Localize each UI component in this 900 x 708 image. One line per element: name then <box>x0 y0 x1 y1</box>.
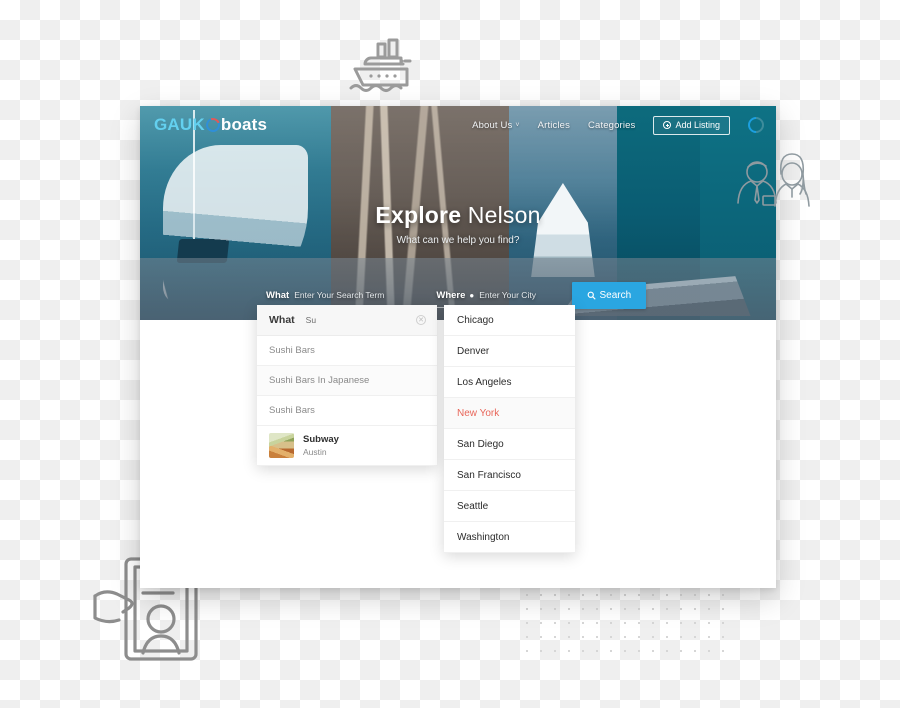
ship-icon <box>349 38 412 92</box>
ring-icon <box>203 115 223 135</box>
hero-title-light: Nelson <box>467 202 541 228</box>
site-logo[interactable]: GAUK boats <box>154 115 267 135</box>
logo-text-primary: GAUK <box>154 115 205 134</box>
city-item-chicago[interactable]: Chicago <box>444 305 575 336</box>
nav-item-categories[interactable]: Categories <box>588 120 635 131</box>
food-thumbnail <box>269 433 294 458</box>
search-button-label: Search <box>599 289 632 301</box>
where-city-dropdown: Chicago Denver Los Angeles New York San … <box>444 305 575 553</box>
what-listing-text: Subway Austin <box>303 434 339 457</box>
what-dropdown-value: Su <box>305 315 317 325</box>
nav-label-categories: Categories <box>588 119 636 131</box>
clear-circle-icon[interactable]: ✕ <box>416 315 426 325</box>
plus-circle-icon <box>663 121 672 129</box>
page-body: What Su ✕ Sushi Bars Sushi Bars In Japan… <box>140 305 776 588</box>
city-item-seattle[interactable]: Seattle <box>444 491 575 522</box>
search-icon <box>587 291 596 300</box>
city-item-denver[interactable]: Denver <box>444 336 575 367</box>
page-title: Explore Nelson <box>140 202 776 229</box>
hero-title-bold: Explore <box>375 202 462 228</box>
what-dropdown-header: What Su ✕ <box>257 305 437 336</box>
browser-page-card: GAUK boats About Us ˅ Articles Categorie… <box>140 106 776 588</box>
city-item-washington[interactable]: Washington <box>444 522 575 553</box>
search-where-label: Where <box>436 289 466 301</box>
map-pin-icon: ● <box>469 290 475 300</box>
add-listing-label: Add Listing <box>675 120 720 130</box>
what-listing-result[interactable]: Subway Austin <box>257 426 437 466</box>
what-suggestion-item[interactable]: Sushi Bars <box>257 336 437 366</box>
two-people-outline-icon <box>737 153 810 207</box>
city-item-san-diego[interactable]: San Diego <box>444 429 575 460</box>
nav-label-articles: Articles <box>537 119 571 131</box>
nav-label-about-us: About Us <box>472 119 513 131</box>
hero-subtitle: What can we help you find? <box>396 235 520 246</box>
hero-copy: Explore Nelson What can we help you find… <box>140 202 776 246</box>
what-suggestions-dropdown: What Su ✕ Sushi Bars Sushi Bars In Japan… <box>257 305 437 466</box>
loading-spinner-icon <box>744 113 768 137</box>
what-listing-title: Subway <box>303 434 339 445</box>
chevron-down-icon: ˅ <box>515 121 520 129</box>
what-listing-subtitle: Austin <box>303 447 327 457</box>
site-navbar: GAUK boats About Us ˅ Articles Categorie… <box>140 106 776 144</box>
dot-grid-pattern <box>520 588 732 660</box>
nav-item-about-us[interactable]: About Us ˅ <box>472 120 520 131</box>
search-button[interactable]: Search <box>571 281 646 309</box>
what-suggestion-item[interactable]: Sushi Bars In Japanese <box>257 366 437 396</box>
nav-item-articles[interactable]: Articles <box>538 120 570 131</box>
city-item-new-york[interactable]: New York <box>444 398 575 429</box>
search-what-label: What <box>266 289 290 301</box>
navbar-right: About Us ˅ Articles Categories Add Listi… <box>472 113 768 137</box>
search-what-placeholder: Enter Your Search Term <box>294 290 385 300</box>
city-item-los-angeles[interactable]: Los Angeles <box>444 367 575 398</box>
what-dropdown-label: What <box>269 314 295 326</box>
hero-section: GAUK boats About Us ˅ Articles Categorie… <box>140 106 776 320</box>
search-where-placeholder: Enter Your City <box>479 290 536 300</box>
logo-text-secondary: boats <box>220 115 268 134</box>
what-suggestion-item[interactable]: Sushi Bars <box>257 396 437 426</box>
city-item-san-francisco[interactable]: San Francisco <box>444 460 575 491</box>
add-listing-button[interactable]: Add Listing <box>653 115 730 135</box>
